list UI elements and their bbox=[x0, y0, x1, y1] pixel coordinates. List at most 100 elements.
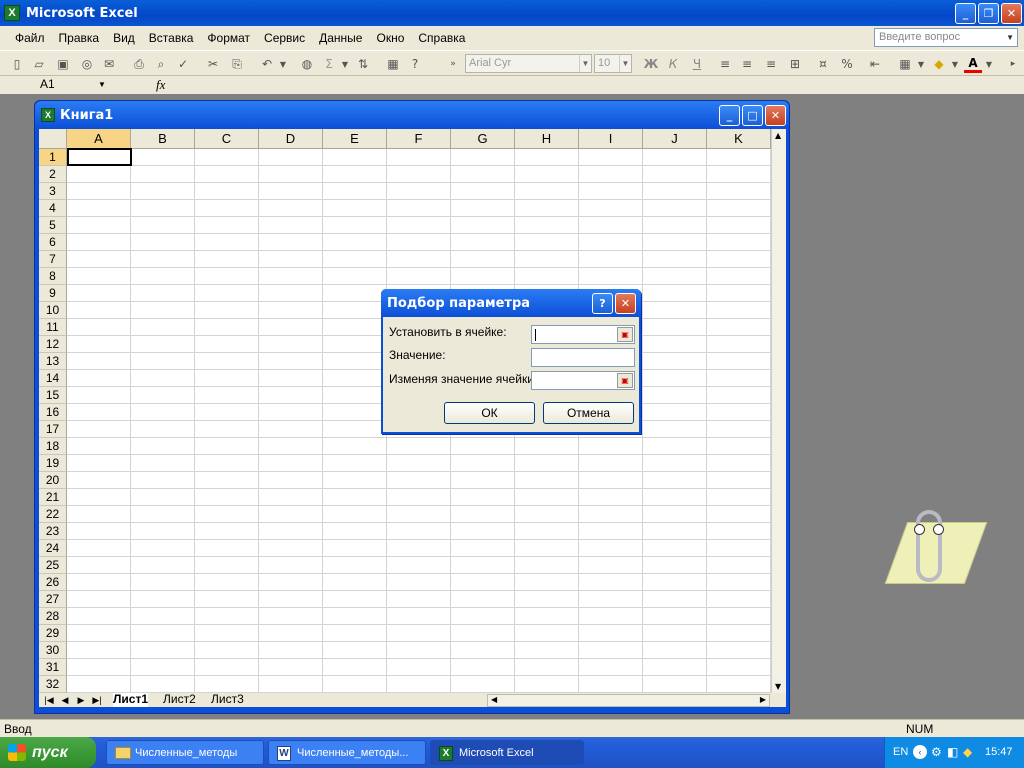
print-icon[interactable]: ⎙ bbox=[130, 55, 148, 73]
column-header-j[interactable]: J bbox=[643, 129, 707, 149]
cut-icon[interactable]: ✂ bbox=[204, 55, 222, 73]
tray-arrow-icon[interactable]: ‹ bbox=[913, 745, 927, 759]
menu-window[interactable]: Окно bbox=[369, 31, 411, 45]
italic-icon[interactable]: К bbox=[664, 55, 682, 73]
changing-cell-input[interactable]: ▣ bbox=[531, 371, 635, 390]
ok-button[interactable]: ОК bbox=[444, 402, 535, 424]
currency-icon[interactable]: ¤ bbox=[814, 55, 832, 73]
decrease-indent-icon[interactable]: ⇤ bbox=[866, 55, 884, 73]
row-header-27[interactable]: 27 bbox=[39, 591, 67, 608]
column-header-i[interactable]: I bbox=[579, 129, 643, 149]
language-indicator[interactable]: EN bbox=[893, 746, 908, 758]
row-header-26[interactable]: 26 bbox=[39, 574, 67, 591]
start-button[interactable]: пуск bbox=[0, 737, 96, 768]
sheet-tab-2[interactable]: Лист2 bbox=[163, 693, 196, 707]
align-right-icon[interactable]: ≡ bbox=[762, 55, 780, 73]
workbook-maximize-button[interactable]: □ bbox=[742, 105, 763, 126]
volume-icon[interactable]: ◧ bbox=[947, 745, 958, 759]
scroll-up-icon[interactable]: ▲ bbox=[775, 131, 781, 140]
row-header-20[interactable]: 20 bbox=[39, 472, 67, 489]
hyperlink-icon[interactable]: ◍ bbox=[298, 55, 316, 73]
active-cell-a1[interactable] bbox=[67, 148, 132, 166]
prev-sheet-icon[interactable]: ◀ bbox=[57, 693, 73, 707]
help-dropdown-icon[interactable]: ▼ bbox=[1006, 29, 1014, 46]
row-header-10[interactable]: 10 bbox=[39, 302, 67, 319]
new-icon[interactable]: ▯ bbox=[8, 55, 26, 73]
security-icon[interactable]: ◆ bbox=[963, 745, 972, 759]
column-header-e[interactable]: E bbox=[323, 129, 387, 149]
dialog-help-button[interactable]: ? bbox=[592, 293, 613, 314]
row-header-22[interactable]: 22 bbox=[39, 506, 67, 523]
changing-cell-ref-icon[interactable]: ▣ bbox=[617, 373, 633, 388]
first-sheet-icon[interactable]: |◀ bbox=[41, 693, 57, 707]
scroll-left-icon[interactable]: ◀ bbox=[491, 695, 497, 704]
task-word[interactable]: W Численные_методы... bbox=[268, 740, 426, 765]
row-header-11[interactable]: 11 bbox=[39, 319, 67, 336]
column-header-h[interactable]: H bbox=[515, 129, 579, 149]
workbook-icon[interactable]: X bbox=[41, 108, 55, 122]
scroll-down-icon[interactable]: ▼ bbox=[775, 682, 781, 691]
sheet-tab-3[interactable]: Лист3 bbox=[211, 693, 244, 707]
row-header-24[interactable]: 24 bbox=[39, 540, 67, 557]
vertical-scrollbar[interactable]: ▲ ▼ bbox=[771, 129, 786, 693]
column-header-b[interactable]: B bbox=[131, 129, 195, 149]
row-header-15[interactable]: 15 bbox=[39, 387, 67, 404]
row-header-3[interactable]: 3 bbox=[39, 183, 67, 200]
menu-tools[interactable]: Сервис bbox=[257, 31, 312, 45]
help-search-input[interactable]: Введите вопрос ▼ bbox=[874, 28, 1018, 47]
copy-icon[interactable]: ⎘ bbox=[228, 55, 246, 73]
row-header-5[interactable]: 5 bbox=[39, 217, 67, 234]
font-color-dropdown-icon[interactable]: ▼ bbox=[980, 55, 998, 73]
select-all-corner[interactable] bbox=[39, 129, 67, 149]
email-icon[interactable]: ✉ bbox=[100, 55, 118, 73]
next-sheet-icon[interactable]: ▶ bbox=[73, 693, 89, 707]
row-header-7[interactable]: 7 bbox=[39, 251, 67, 268]
underline-icon[interactable]: Ч bbox=[688, 55, 706, 73]
size-dropdown-icon[interactable]: ▼ bbox=[619, 55, 631, 72]
close-button[interactable]: ✕ bbox=[1001, 3, 1022, 24]
set-cell-input[interactable]: ▣ bbox=[531, 325, 635, 344]
save-icon[interactable]: ▣ bbox=[54, 55, 72, 73]
scroll-right-icon[interactable]: ▶ bbox=[760, 695, 766, 704]
fx-icon[interactable]: fx bbox=[156, 77, 165, 93]
row-header-17[interactable]: 17 bbox=[39, 421, 67, 438]
workbook-close-button[interactable]: ✕ bbox=[765, 105, 786, 126]
task-excel[interactable]: X Microsoft Excel bbox=[430, 740, 584, 765]
open-icon[interactable]: ▱ bbox=[30, 55, 48, 73]
borders-dropdown-icon[interactable]: ▼ bbox=[912, 55, 930, 73]
row-header-18[interactable]: 18 bbox=[39, 438, 67, 455]
menu-view[interactable]: Вид bbox=[106, 31, 142, 45]
workbook-minimize-button[interactable]: _ bbox=[719, 105, 740, 126]
restore-button[interactable]: ❐ bbox=[978, 3, 999, 24]
column-header-d[interactable]: D bbox=[259, 129, 323, 149]
fill-dropdown-icon[interactable]: ▼ bbox=[946, 55, 964, 73]
horizontal-scrollbar[interactable]: ◀ ▶ bbox=[487, 694, 770, 707]
column-header-f[interactable]: F bbox=[387, 129, 451, 149]
cancel-button[interactable]: Отмена bbox=[543, 402, 634, 424]
row-header-13[interactable]: 13 bbox=[39, 353, 67, 370]
undo-dropdown-icon[interactable]: ▼ bbox=[274, 55, 292, 73]
column-header-k[interactable]: K bbox=[707, 129, 771, 149]
value-input[interactable] bbox=[531, 348, 635, 367]
formula-input[interactable] bbox=[176, 77, 1022, 93]
minimize-button[interactable]: _ bbox=[955, 3, 976, 24]
task-folder[interactable]: Численные_методы bbox=[106, 740, 264, 765]
toolbar-more-icon[interactable]: ▸ bbox=[1004, 55, 1022, 73]
row-header-14[interactable]: 14 bbox=[39, 370, 67, 387]
name-box[interactable]: A1 ▼ bbox=[2, 77, 112, 93]
row-header-6[interactable]: 6 bbox=[39, 234, 67, 251]
bold-icon[interactable]: Ж bbox=[642, 55, 660, 73]
row-header-12[interactable]: 12 bbox=[39, 336, 67, 353]
menu-format[interactable]: Формат bbox=[200, 31, 257, 45]
spelling-icon[interactable]: ✓ bbox=[174, 55, 192, 73]
merge-center-icon[interactable]: ⊞ bbox=[786, 55, 804, 73]
font-size-combo[interactable]: 10 ▼ bbox=[594, 54, 632, 73]
row-header-25[interactable]: 25 bbox=[39, 557, 67, 574]
menu-help[interactable]: Справка bbox=[411, 31, 472, 45]
row-header-32[interactable]: 32 bbox=[39, 676, 67, 693]
menu-insert[interactable]: Вставка bbox=[142, 31, 201, 45]
column-header-c[interactable]: C bbox=[195, 129, 259, 149]
sheet-tab-1[interactable]: Лист1 bbox=[113, 693, 149, 707]
row-header-2[interactable]: 2 bbox=[39, 166, 67, 183]
name-box-dropdown-icon[interactable]: ▼ bbox=[98, 77, 106, 92]
